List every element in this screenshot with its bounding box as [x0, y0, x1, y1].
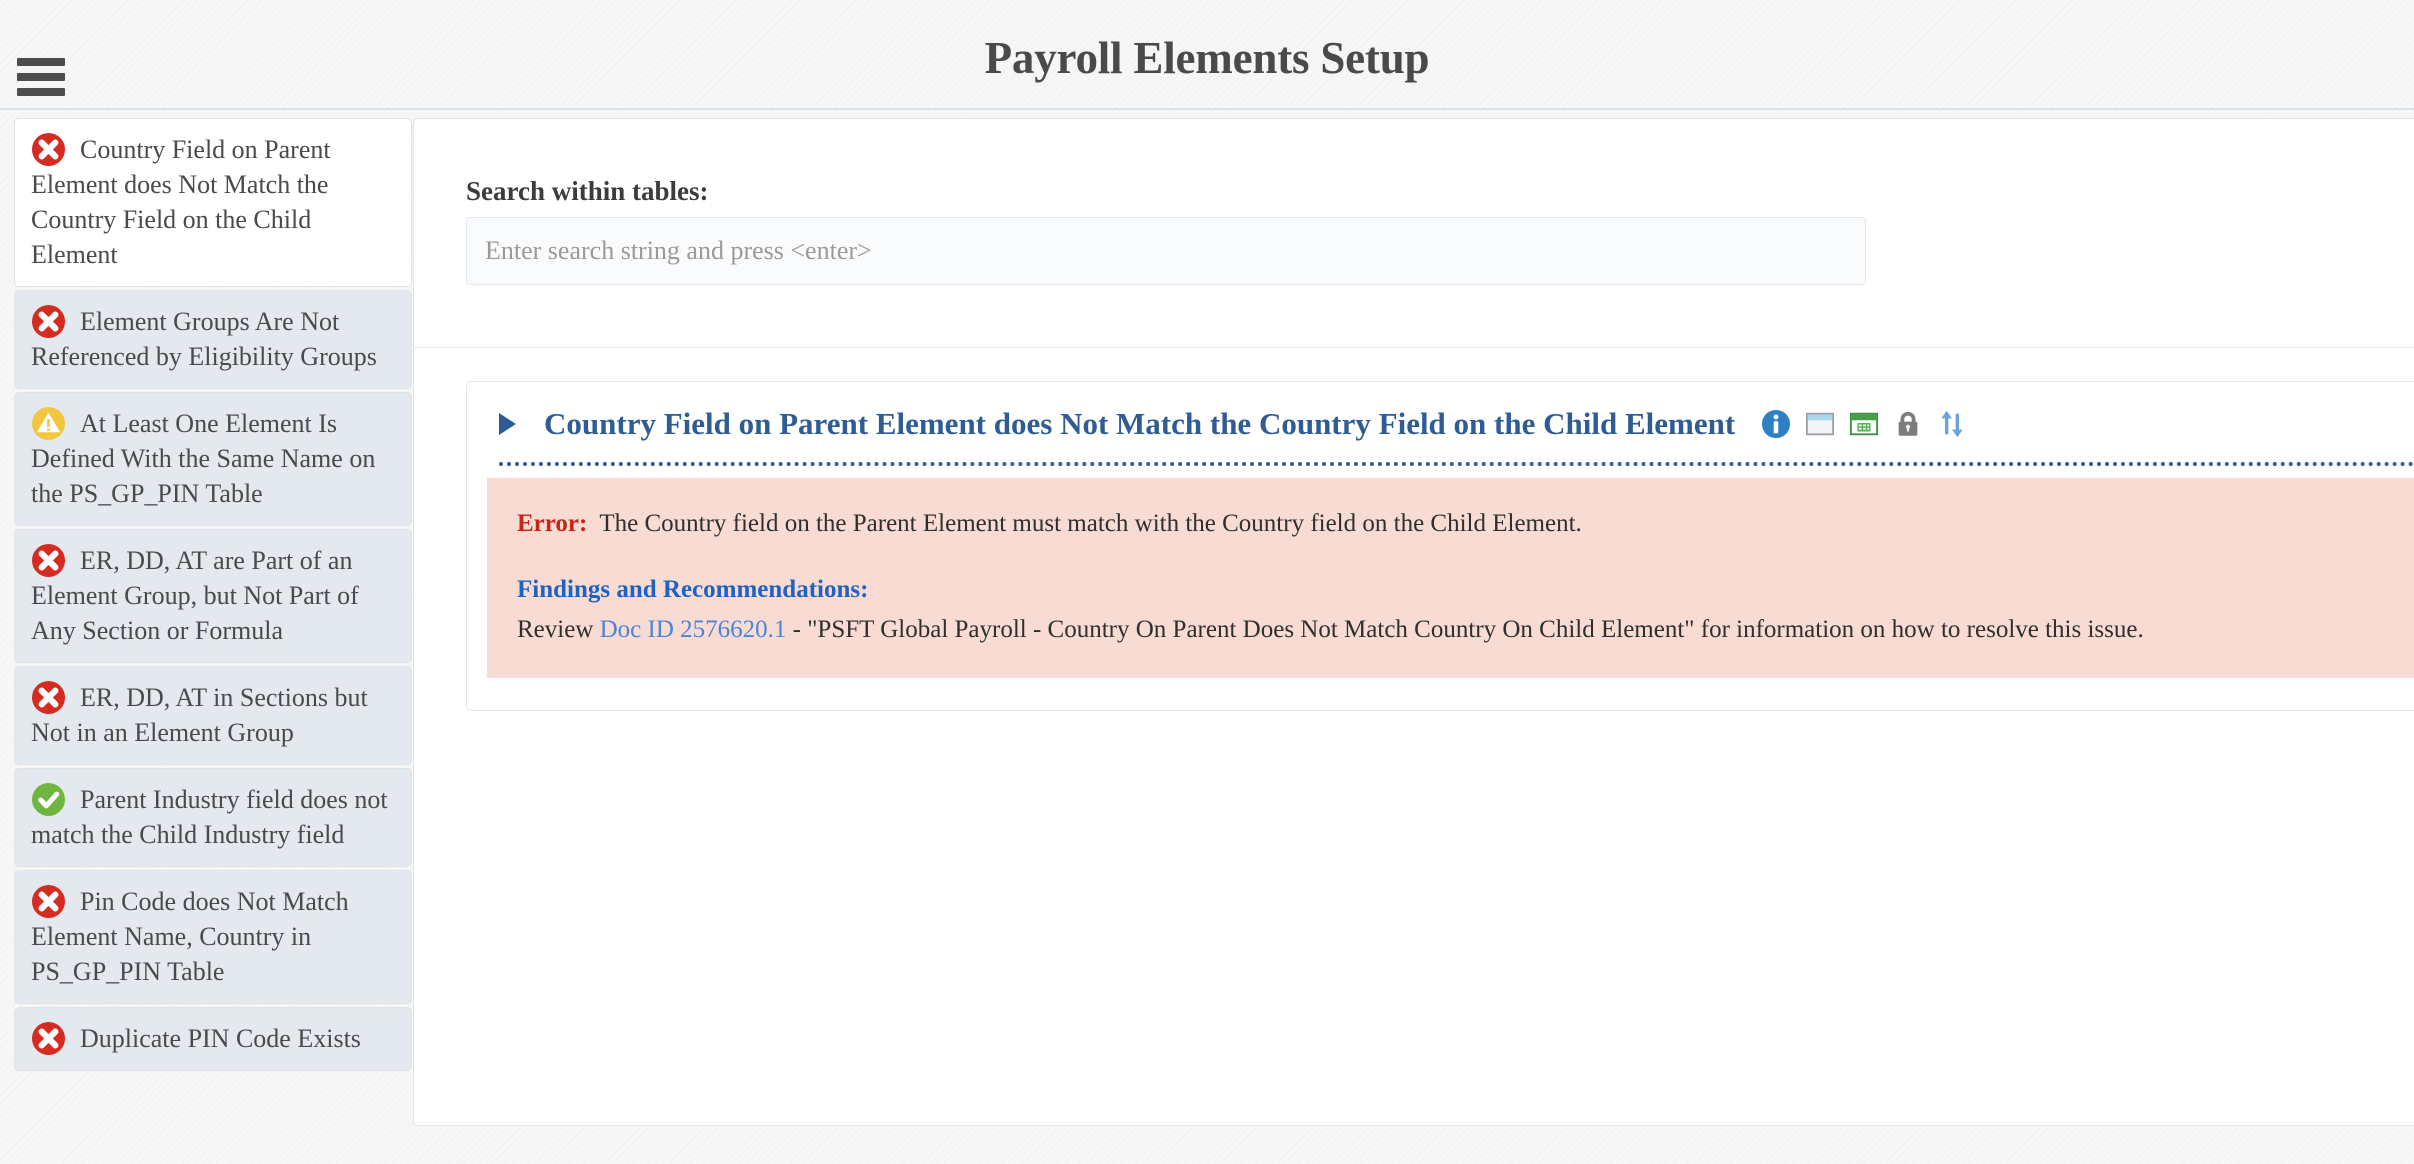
body-area: Country Field on Parent Element does Not… [0, 110, 2414, 1164]
sidebar-item[interactable]: Element Groups Are Not Referenced by Eli… [14, 290, 412, 389]
sidebar-item[interactable]: Duplicate PIN Code Exists [14, 1007, 412, 1071]
recommendation-line: Review Doc ID 2576620.1 - "PSFT Global P… [517, 612, 2414, 648]
hamburger-bar [17, 88, 65, 96]
finding-action-icons [1761, 409, 1981, 439]
page-title: Payroll Elements Setup [984, 33, 1430, 83]
recommendation-suffix: - "PSFT Global Payroll - Country On Pare… [786, 616, 2144, 643]
sidebar-item-label: Country Field on Parent Element does Not… [31, 135, 331, 269]
main-content-panel: Search within tables: Country Field on P… [413, 118, 2414, 1126]
doc-id-link[interactable]: Doc ID 2576620.1 [600, 616, 787, 643]
sidebar-item[interactable]: At Least One Element Is Defined With the… [14, 392, 412, 526]
error-icon [31, 543, 66, 578]
finding-title[interactable]: Country Field on Parent Element does Not… [544, 406, 1735, 442]
warning-icon [31, 406, 66, 441]
error-icon [31, 304, 66, 339]
sidebar-item-label: Parent Industry field does not match the… [31, 785, 388, 849]
error-keyword: Error: [517, 510, 588, 537]
search-input[interactable] [466, 217, 1866, 285]
findings-sidebar[interactable]: Country Field on Parent Element does Not… [14, 118, 412, 1164]
sort-updown-icon[interactable] [1937, 409, 1967, 439]
error-message: The Country field on the Parent Element … [599, 510, 1582, 537]
sidebar-item-label: Duplicate PIN Code Exists [80, 1024, 361, 1053]
recommendation-prefix: Review [517, 616, 600, 643]
info-icon[interactable] [1761, 409, 1791, 439]
triangle-right-icon[interactable] [499, 413, 516, 435]
sidebar-item[interactable]: ER, DD, AT in Sections but Not in an Ele… [14, 666, 412, 765]
error-icon [31, 884, 66, 919]
success-icon [31, 782, 66, 817]
sidebar-item-label: Element Groups Are Not Referenced by Eli… [31, 307, 377, 371]
sidebar-item-label: ER, DD, AT in Sections but Not in an Ele… [31, 683, 368, 747]
app-header: Payroll Elements Setup [0, 0, 2414, 110]
lock-icon[interactable] [1893, 409, 1923, 439]
export-excel-icon[interactable] [1849, 409, 1879, 439]
error-icon [31, 132, 66, 167]
error-icon [31, 1021, 66, 1056]
findings-heading: Findings and Recommendations: [517, 576, 869, 603]
finding-card: Country Field on Parent Element does Not… [466, 381, 2414, 711]
error-message-line: Error: The Country field on the Parent El… [517, 506, 2414, 542]
error-icon [31, 680, 66, 715]
finding-error-box: Error: The Country field on the Parent El… [487, 478, 2414, 678]
sidebar-item-label: At Least One Element Is Defined With the… [31, 409, 376, 508]
sidebar-item-label: ER, DD, AT are Part of an Element Group,… [31, 546, 359, 645]
search-label: Search within tables: [466, 176, 709, 206]
sidebar-item[interactable]: Country Field on Parent Element does Not… [14, 118, 412, 287]
table-view-icon[interactable] [1805, 409, 1835, 439]
sidebar-item[interactable]: Parent Industry field does not match the… [14, 768, 412, 867]
section-divider [414, 347, 2414, 348]
finding-header[interactable]: Country Field on Parent Element does Not… [467, 382, 2414, 462]
finding-divider [499, 462, 2414, 466]
sidebar-item[interactable]: Pin Code does Not Match Element Name, Co… [14, 870, 412, 1004]
sidebar-item[interactable]: ER, DD, AT are Part of an Element Group,… [14, 529, 412, 663]
sidebar-item-label: Pin Code does Not Match Element Name, Co… [31, 887, 349, 986]
